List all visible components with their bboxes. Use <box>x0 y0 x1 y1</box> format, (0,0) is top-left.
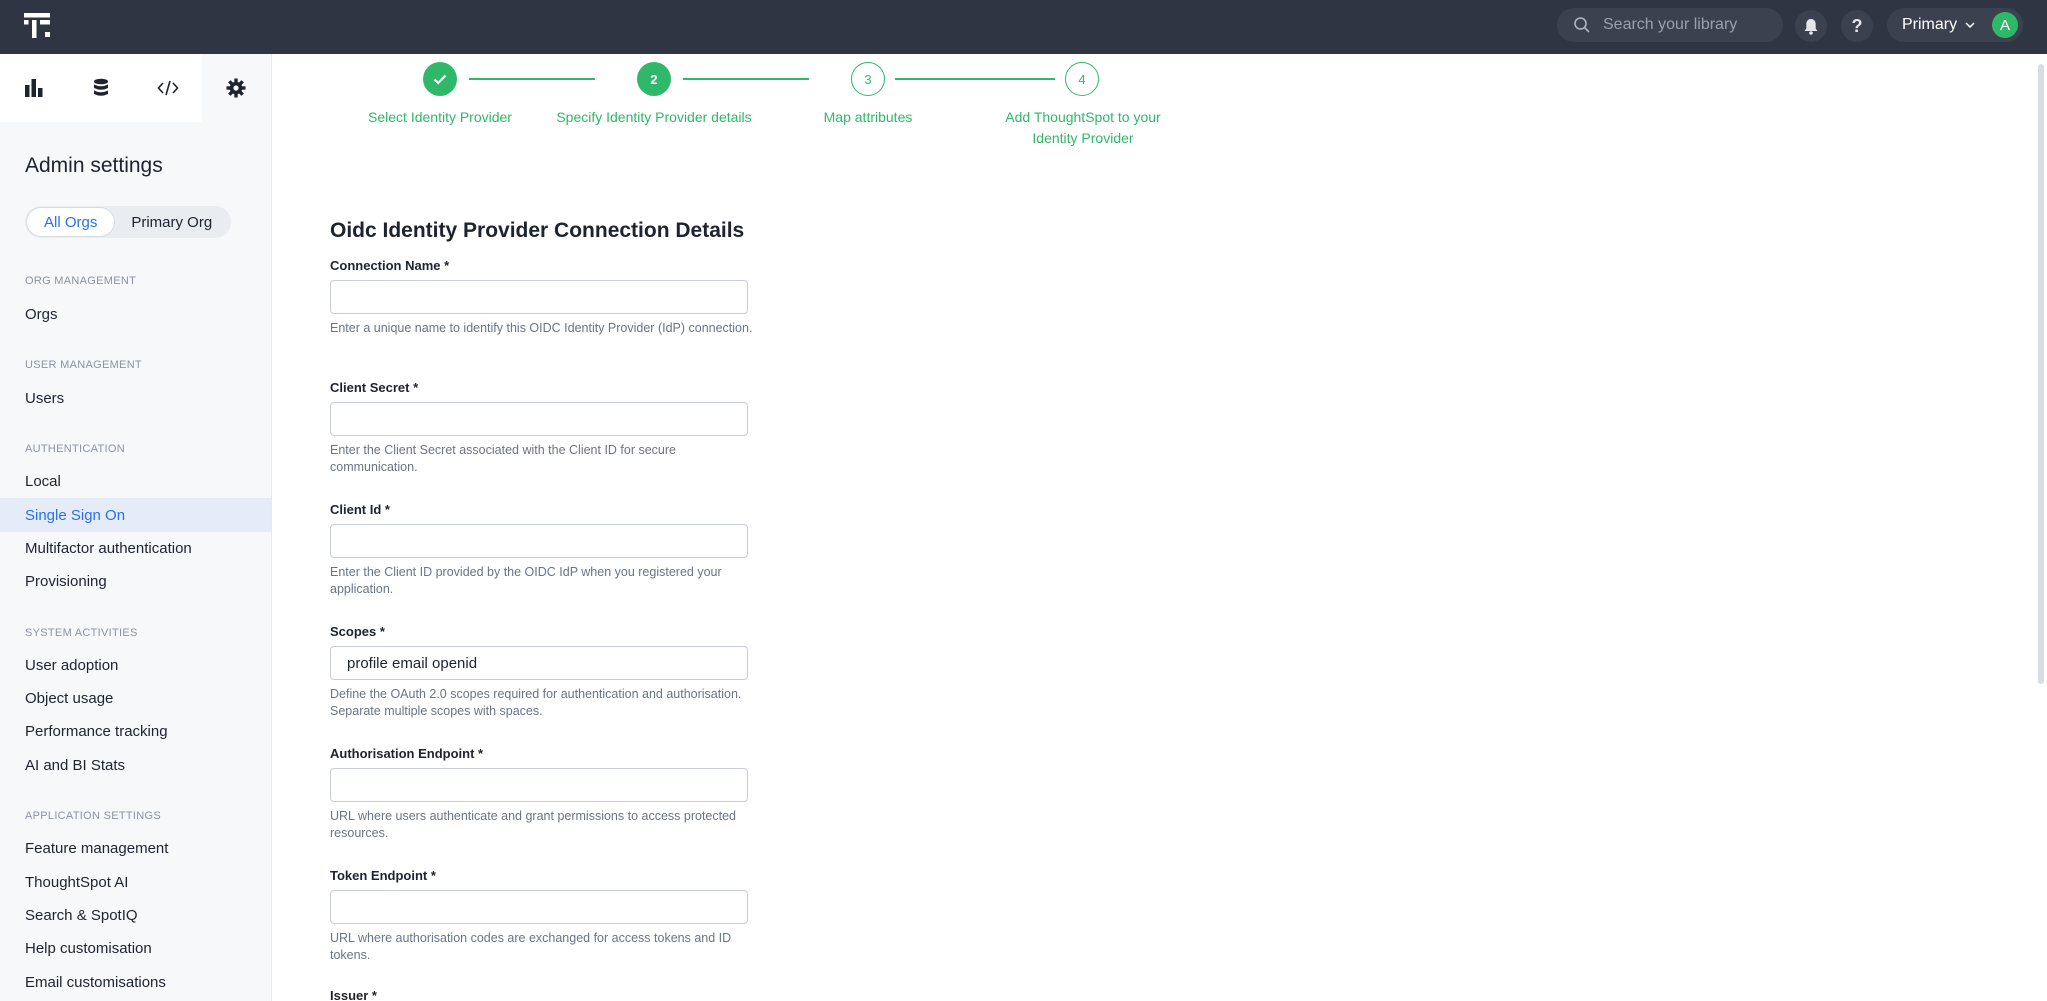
step-1-label: Select Identity Provider <box>368 109 512 125</box>
scopes-label: Scopes * <box>330 624 385 639</box>
client-secret-input[interactable] <box>330 402 748 436</box>
connection-name-label: Connection Name * <box>330 258 450 273</box>
sidebar-tabs <box>0 54 272 122</box>
step-4-indicator: 4 <box>1065 62 1099 96</box>
help-icon: ? <box>1851 15 1863 36</box>
section-application-settings: APPLICATION SETTINGS <box>25 810 161 822</box>
authorisation-endpoint-help: URL where users authenticate and grant p… <box>330 809 736 840</box>
step-4-label: Add ThoughtSpot to your Identity Provide… <box>1005 109 1161 146</box>
step-3-label: Map attributes <box>823 109 913 125</box>
scopes-input[interactable] <box>330 646 748 680</box>
step-2-indicator: 2 <box>637 62 671 96</box>
section-authentication: AUTHENTICATION <box>25 443 125 455</box>
org-selector-label: Primary <box>1902 16 1958 33</box>
client-id-label: Client Id * <box>330 502 390 517</box>
database-icon <box>94 78 108 96</box>
authorisation-endpoint-input[interactable] <box>330 768 748 802</box>
form-title: Oidc Identity Provider Connection Detail… <box>330 219 745 242</box>
chevron-down-icon <box>1965 22 1975 28</box>
sidebar-item-email-customisations[interactable]: Email customisations <box>0 965 271 999</box>
client-secret-label: Client Secret * <box>330 380 419 395</box>
tab-data[interactable] <box>67 54 135 122</box>
scopes-help: Define the OAuth 2.0 scopes required for… <box>330 687 742 718</box>
token-endpoint-input[interactable] <box>330 890 748 924</box>
connection-name-help: Enter a unique name to identify this OID… <box>330 321 753 335</box>
gear-icon <box>226 78 246 98</box>
client-id-input[interactable] <box>330 524 748 558</box>
all-orgs-option[interactable]: All Orgs <box>27 208 115 236</box>
client-id-help: Enter the Client ID provided by the OIDC… <box>330 565 722 596</box>
org-selector[interactable]: Primary A <box>1887 8 2023 42</box>
code-icon <box>157 80 179 96</box>
sidebar-item-feature-management[interactable]: Feature management <box>0 831 271 865</box>
checkmark-icon <box>433 74 447 85</box>
section-org-management: ORG MANAGEMENT <box>25 275 137 287</box>
notifications-button[interactable] <box>1795 10 1827 42</box>
org-scope-toggle[interactable]: All Orgs Primary Org <box>25 206 232 238</box>
sidebar-item-multifactor-authentication[interactable]: Multifactor authentication <box>0 531 271 565</box>
admin-sidebar: Admin settings All Orgs Primary Org ORG … <box>0 54 272 1001</box>
search-icon <box>1574 17 1590 33</box>
tab-admin[interactable] <box>202 54 270 122</box>
sidebar-item-thoughtspot-ai[interactable]: ThoughtSpot AI <box>0 865 271 899</box>
main-content: 2 3 4 Select Identity Provider Specify I… <box>272 54 2047 1001</box>
help-button[interactable]: ? <box>1841 10 1873 42</box>
sidebar-item-ai-bi-stats[interactable]: AI and BI Stats <box>0 748 271 782</box>
step-connector <box>469 78 595 80</box>
search-input[interactable] <box>1603 16 1763 34</box>
sidebar-item-single-sign-on[interactable]: Single Sign On <box>0 498 271 532</box>
sidebar-item-orgs[interactable]: Orgs <box>0 297 271 331</box>
sidebar-item-users[interactable]: Users <box>0 381 271 415</box>
connection-name-input[interactable] <box>330 280 748 314</box>
client-secret-help: Enter the Client Secret associated with … <box>330 443 676 474</box>
sidebar-item-object-usage[interactable]: Object usage <box>0 681 271 715</box>
sidebar-item-provisioning[interactable]: Provisioning <box>0 564 271 598</box>
bell-icon <box>1804 18 1818 35</box>
bar-chart-icon <box>25 79 43 97</box>
section-user-management: USER MANAGEMENT <box>25 359 142 371</box>
sidebar-item-search-spotiq[interactable]: Search & SpotIQ <box>0 898 271 932</box>
top-navigation-bar: ? Primary A <box>0 0 2047 54</box>
token-endpoint-label: Token Endpoint * <box>330 868 436 883</box>
thoughtspot-logo[interactable] <box>22 10 56 42</box>
sidebar-item-user-adoption[interactable]: User adoption <box>0 648 271 682</box>
search-bar[interactable] <box>1557 8 1783 42</box>
sidebar-item-help-customisation[interactable]: Help customisation <box>0 931 271 965</box>
step-connector <box>895 78 1055 80</box>
step-2-label: Specify Identity Provider details <box>556 109 752 125</box>
sidebar-item-performance-tracking[interactable]: Performance tracking <box>0 714 271 748</box>
tab-develop[interactable] <box>134 54 202 122</box>
sidebar-item-local[interactable]: Local <box>0 464 271 498</box>
vertical-scrollbar[interactable] <box>2038 64 2044 684</box>
step-3-indicator: 3 <box>851 62 885 96</box>
section-system-activities: SYSTEM ACTIVITIES <box>25 627 138 639</box>
step-1-indicator <box>423 62 457 96</box>
avatar[interactable]: A <box>1992 12 2018 38</box>
authorisation-endpoint-label: Authorisation Endpoint * <box>330 746 484 761</box>
page-title: Admin settings <box>25 154 163 177</box>
step-connector <box>683 78 809 80</box>
token-endpoint-help: URL where authorisation codes are exchan… <box>330 931 732 962</box>
tab-analytics[interactable] <box>0 54 68 122</box>
issuer-label: Issuer * <box>330 988 377 1001</box>
primary-org-option[interactable]: Primary Org <box>114 208 229 236</box>
